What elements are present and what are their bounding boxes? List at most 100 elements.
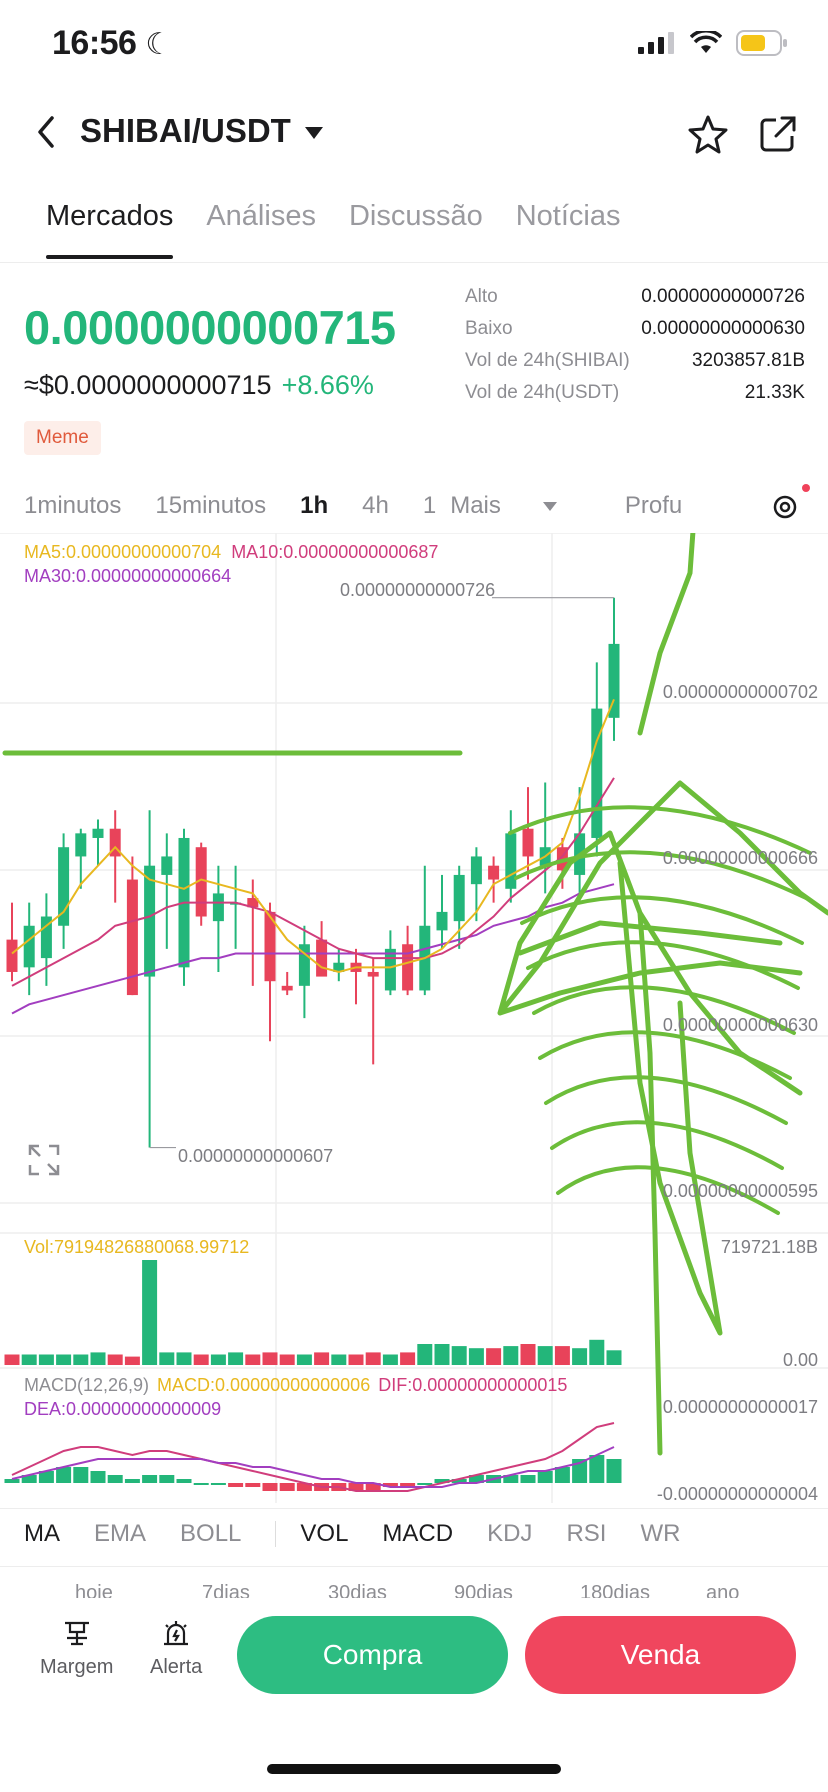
range-today[interactable]: hoje bbox=[75, 1582, 113, 1598]
y-axis-low: 0.00000000000630 bbox=[662, 1015, 818, 1035]
range-7d[interactable]: 7dias bbox=[202, 1582, 250, 1598]
macd-histogram-bar bbox=[537, 1471, 553, 1483]
volume-bar bbox=[572, 1348, 588, 1365]
stat-vol-base: Vol de 24h(SHIBAI) 3203857.81B bbox=[465, 350, 805, 382]
drawn-scribble-stroke bbox=[544, 1075, 788, 1125]
range-180d[interactable]: 180dias bbox=[580, 1582, 650, 1598]
interval-more[interactable]: Mais bbox=[450, 492, 591, 520]
volume-bar bbox=[90, 1352, 106, 1365]
ma10-label: MA10:0.00000000000687 bbox=[231, 542, 439, 562]
interval-15m[interactable]: 15minutos bbox=[155, 492, 266, 520]
volume-bar bbox=[38, 1354, 54, 1365]
share-icon[interactable] bbox=[756, 112, 800, 156]
status-time: 16:56 ☾ bbox=[52, 24, 172, 62]
ma10-line bbox=[11, 777, 615, 987]
volume-bar bbox=[176, 1352, 192, 1365]
star-icon[interactable] bbox=[686, 112, 730, 156]
indicator-vol[interactable]: VOL bbox=[300, 1520, 348, 1548]
volume-bar bbox=[365, 1352, 381, 1365]
indicator-macd[interactable]: MACD bbox=[382, 1520, 453, 1548]
interval-1d[interactable]: 1 bbox=[423, 492, 436, 520]
range-30d[interactable]: 30dias bbox=[328, 1582, 387, 1598]
alert-button[interactable]: Alerta bbox=[150, 1618, 202, 1679]
volume-bar bbox=[400, 1352, 416, 1365]
price-change: +8.66% bbox=[281, 370, 374, 400]
volume-bar bbox=[468, 1348, 484, 1365]
tab-discussao[interactable]: Discussão bbox=[349, 200, 483, 259]
macd-legend: MACD(12,26,9) MACD:0.00000000000006 DIF:0.… bbox=[24, 1373, 567, 1421]
macd-histogram-bar bbox=[107, 1475, 123, 1483]
high-marker-value: 0.00000000000726 bbox=[340, 580, 496, 600]
indicator-boll[interactable]: BOLL bbox=[180, 1520, 241, 1548]
range-90d[interactable]: 90dias bbox=[454, 1582, 513, 1598]
indicator-ema[interactable]: EMA bbox=[94, 1520, 146, 1548]
interval-1m[interactable]: 1minutos bbox=[24, 492, 121, 520]
macd-histogram-bar bbox=[262, 1483, 278, 1491]
more-label: Mais bbox=[450, 492, 501, 519]
macd-histogram-bar bbox=[589, 1455, 605, 1483]
volume-bar bbox=[279, 1354, 295, 1365]
volume-bar bbox=[554, 1346, 570, 1365]
volume-legend: Vol:79194826880068.99712 bbox=[24, 1237, 250, 1257]
volume-bar bbox=[142, 1260, 158, 1365]
tab-mercados[interactable]: Mercados bbox=[46, 200, 174, 259]
candle-body bbox=[316, 939, 328, 977]
y-axis-bottom: 0.00000000000595 bbox=[662, 1181, 818, 1201]
interval-4h[interactable]: 4h bbox=[362, 492, 389, 520]
margin-button[interactable]: Margem bbox=[40, 1618, 113, 1679]
volume-bar bbox=[503, 1346, 519, 1365]
moon-icon: ☾ bbox=[145, 28, 172, 61]
volume-bar bbox=[296, 1354, 312, 1365]
main-tabs: Mercados Análises Discussão Notícias bbox=[46, 200, 621, 259]
stat-label: Baixo bbox=[465, 318, 513, 339]
volume-bar bbox=[73, 1354, 89, 1365]
indicator-ma[interactable]: MA bbox=[24, 1520, 60, 1548]
indicator-kdj[interactable]: KDJ bbox=[487, 1520, 532, 1548]
indicator-rsi[interactable]: RSI bbox=[566, 1520, 606, 1548]
range-year[interactable]: ano bbox=[706, 1582, 739, 1598]
indicator-divider-top bbox=[0, 1508, 828, 1509]
macd-histogram-bar bbox=[176, 1479, 192, 1483]
interval-1h[interactable]: 1h bbox=[300, 492, 328, 520]
fullscreen-icon[interactable] bbox=[28, 1144, 60, 1176]
last-price: 0.0000000000715 bbox=[24, 301, 396, 354]
stat-value: 0.00000000000630 bbox=[641, 318, 805, 339]
tab-analises[interactable]: Análises bbox=[206, 200, 316, 259]
indicator-wr[interactable]: WR bbox=[640, 1520, 680, 1548]
volume-bar bbox=[56, 1354, 72, 1365]
pair-selector[interactable]: SHIBAI/USDT bbox=[80, 112, 323, 150]
volume-bar bbox=[159, 1352, 175, 1365]
dif-value: DIF:0.00000000000015 bbox=[378, 1375, 568, 1395]
notification-dot bbox=[802, 484, 810, 492]
sell-button[interactable]: Venda bbox=[525, 1616, 796, 1694]
volume-zero: 0.00 bbox=[782, 1350, 818, 1370]
chart-settings-icon[interactable] bbox=[770, 492, 800, 522]
candle-body bbox=[281, 985, 293, 991]
candle-body bbox=[384, 948, 396, 991]
depth-tab[interactable]: Profu bbox=[625, 492, 682, 520]
back-icon[interactable] bbox=[30, 110, 64, 154]
volume-bar bbox=[537, 1346, 553, 1365]
interval-selector: 1minutos 15minutos 1h 4h 1 Mais Profu bbox=[24, 492, 716, 520]
usd-price-line: ≈$0.0000000000715 +8.66% bbox=[24, 370, 374, 401]
macd-axis-bottom: -0.00000000000004 bbox=[656, 1484, 818, 1504]
macd-histogram-bar bbox=[417, 1483, 433, 1485]
buy-button[interactable]: Compra bbox=[237, 1616, 508, 1694]
macd-histogram-bar bbox=[606, 1459, 622, 1483]
volume-bar bbox=[486, 1348, 502, 1365]
candle-body bbox=[367, 971, 379, 977]
wifi-icon bbox=[690, 31, 722, 53]
macd-params: MACD(12,26,9) bbox=[24, 1375, 150, 1395]
volume-bar bbox=[589, 1339, 605, 1365]
ma5-label: MA5:0.00000000000704 bbox=[24, 542, 222, 562]
macd-histogram-bar bbox=[73, 1467, 89, 1483]
volume-bar bbox=[107, 1354, 123, 1365]
tag-badge[interactable]: Meme bbox=[24, 421, 101, 455]
y-axis-top: 0.00000000000702 bbox=[662, 682, 818, 702]
indicator-selector: MA EMA BOLL VOL MACD KDJ RSI WR bbox=[24, 1520, 714, 1548]
stat-label: Vol de 24h(SHIBAI) bbox=[465, 350, 630, 371]
tab-noticias[interactable]: Notícias bbox=[516, 200, 621, 259]
stats-panel: Alto 0.00000000000726 Baixo 0.000000000006… bbox=[465, 286, 805, 414]
signal-icon bbox=[638, 32, 674, 54]
candle-body bbox=[522, 828, 534, 857]
